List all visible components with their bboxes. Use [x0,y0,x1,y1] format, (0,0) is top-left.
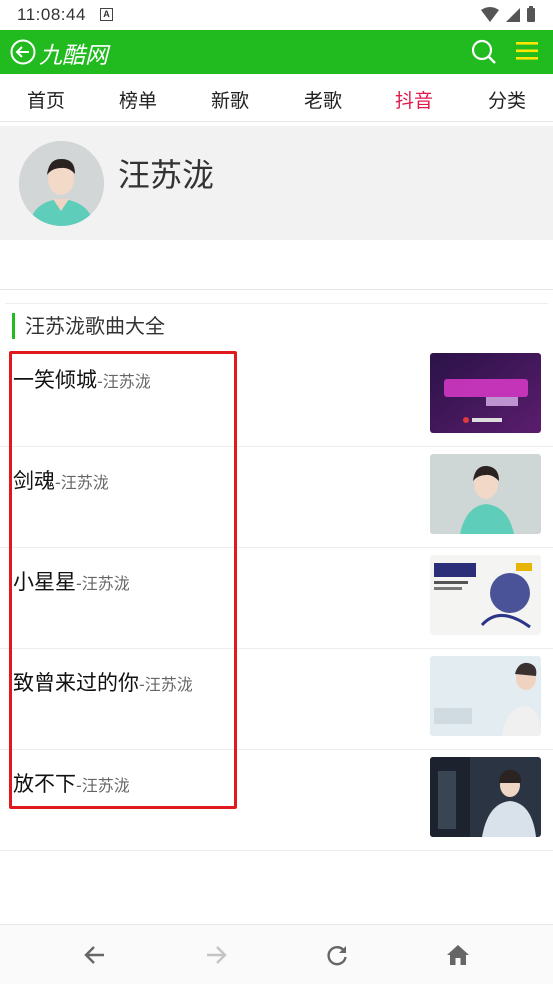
site-logo[interactable]: 九酷网 [39,36,108,70]
nav-home[interactable]: 首页 [16,86,76,113]
menu-icon[interactable] [516,40,538,62]
artist-header: 汪苏泷 [0,126,553,240]
a-badge-icon: A [100,8,113,21]
nav-back-icon[interactable] [82,943,108,967]
highlight-box [9,351,237,809]
app-header: 九酷网 [0,30,553,74]
back-circle-icon[interactable] [10,39,36,65]
nav-categories[interactable]: 分类 [477,86,537,113]
browser-bottom-bar [0,924,553,984]
song-cover[interactable] [430,656,541,736]
song-cover[interactable] [430,757,541,837]
artist-name: 汪苏泷 [118,156,215,194]
active-tab-indicator [0,240,553,290]
main-nav: 首页 榜单 新歌 老歌 抖音 分类 [0,74,553,122]
song-cover[interactable] [430,454,541,534]
clock: 11:08:44 [17,5,86,24]
section-title: 汪苏泷歌曲大全 [12,313,165,339]
system-status-icons [481,6,535,22]
nav-douyin[interactable]: 抖音 [384,86,444,113]
nav-old-songs[interactable]: 老歌 [293,86,353,113]
nav-charts[interactable]: 榜单 [108,86,168,113]
nav-forward-icon[interactable] [203,943,229,967]
song-cover[interactable] [430,555,541,635]
home-icon[interactable] [445,943,471,967]
search-icon[interactable] [470,38,498,66]
nav-new-songs[interactable]: 新歌 [200,86,260,113]
song-cover[interactable] [430,353,541,433]
artist-avatar [19,141,104,226]
section-divider [5,303,548,304]
reload-icon[interactable] [324,943,350,967]
status-bar: 11:08:44 A [0,0,553,30]
